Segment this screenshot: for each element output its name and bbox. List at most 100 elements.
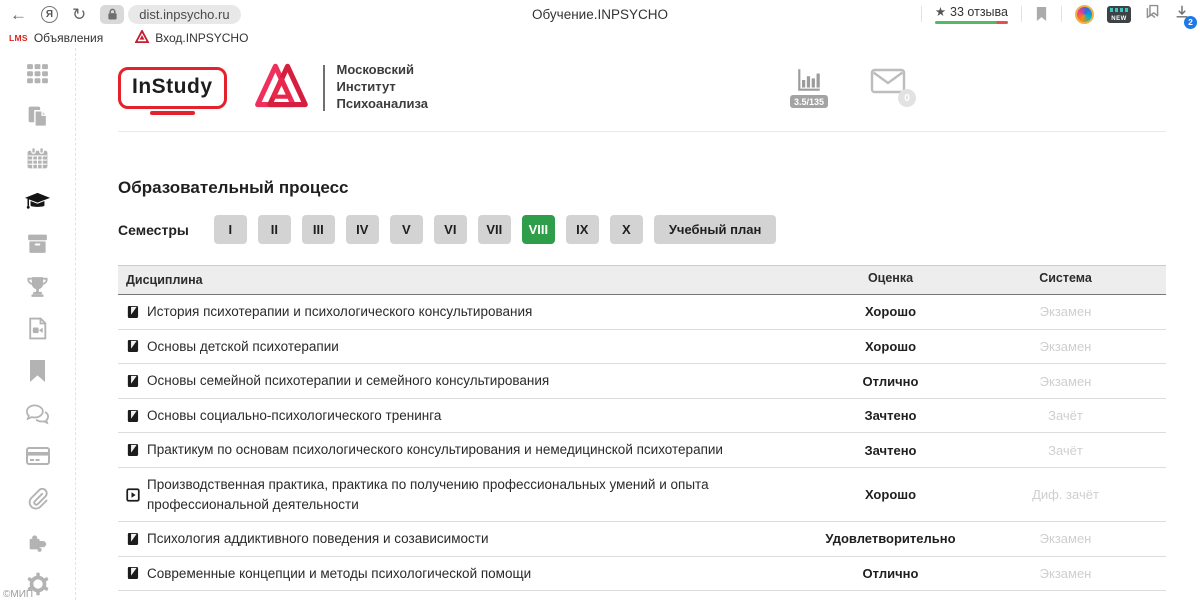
bookmark-lms-announcements[interactable]: LMS Объявления [9, 31, 103, 45]
apps-grid-icon[interactable] [24, 60, 51, 87]
semesters-label: Семестры [118, 222, 189, 238]
graduation-cap-icon[interactable] [24, 188, 51, 215]
new-extension-icon[interactable]: NEW [1107, 6, 1131, 23]
book-icon [126, 374, 140, 388]
mip-triangle-logo [253, 60, 309, 115]
book-icon [126, 409, 140, 423]
semester-button-II[interactable]: II [258, 215, 291, 244]
grade-value: Хорошо [808, 487, 973, 502]
system-value: Экзамен [973, 304, 1158, 319]
book-icon [126, 305, 140, 319]
semester-button-IV[interactable]: IV [346, 215, 379, 244]
bookmark-flag-icon[interactable] [1035, 6, 1048, 22]
table-row[interactable]: Основы социально-психологического тренин… [118, 399, 1166, 434]
lock-icon [100, 5, 124, 24]
book-icon [126, 443, 140, 457]
address-bar[interactable]: dist.inpsycho.ru [100, 5, 240, 24]
extension-profile-icon[interactable] [1075, 5, 1094, 24]
yandex-browser-icon[interactable]: Я [41, 6, 58, 23]
semester-button-III[interactable]: III [302, 215, 335, 244]
book-icon [126, 566, 140, 580]
stats-button[interactable]: 3.5/135 [790, 67, 828, 108]
semester-button-I[interactable]: I [214, 215, 247, 244]
grades-table: Дисциплина Оценка Система История психот… [118, 265, 1166, 591]
grade-value: Зачтено [808, 408, 973, 423]
calendar-icon[interactable] [24, 145, 51, 172]
semester-button-VI[interactable]: VI [434, 215, 467, 244]
downloads-icon[interactable]: 2 [1174, 4, 1190, 25]
system-value: Экзамен [973, 339, 1158, 354]
refresh-icon[interactable]: ↻ [72, 6, 86, 23]
reviews-button[interactable]: ★33 отзыва [935, 4, 1008, 24]
chat-icon[interactable] [24, 400, 51, 427]
credit-card-icon[interactable] [24, 443, 51, 470]
curriculum-button[interactable]: Учебный план [654, 215, 776, 244]
semester-button-VIII[interactable]: VIII [522, 215, 555, 244]
stats-badge: 3.5/135 [790, 95, 828, 108]
column-grade: Оценка [808, 271, 973, 289]
bookmark-inpsycho-login[interactable]: Вход.INPSYCHO [135, 30, 248, 46]
semester-button-IX[interactable]: IX [566, 215, 599, 244]
system-value: Экзамен [973, 566, 1158, 581]
mip-copyright: ©МИП [3, 589, 33, 600]
book-icon [126, 339, 140, 353]
discipline-name: Основы социально-психологического тренин… [147, 406, 441, 426]
archive-box-icon[interactable] [24, 230, 51, 257]
grade-value: Отлично [808, 374, 973, 389]
lms-favicon: LMS [9, 33, 28, 43]
system-value: Зачёт [973, 443, 1158, 458]
table-row[interactable]: Психология аддиктивного поведения и соза… [118, 522, 1166, 557]
semester-button-X[interactable]: X [610, 215, 643, 244]
documents-icon[interactable] [24, 103, 51, 130]
table-row[interactable]: История психотерапии и психологического … [118, 295, 1166, 330]
puzzle-icon[interactable] [24, 528, 51, 555]
table-row[interactable]: Основы семейной психотерапии и семейного… [118, 364, 1166, 399]
page-title: Образовательный процесс [118, 178, 1166, 198]
grade-value: Хорошо [808, 339, 973, 354]
semester-buttons: IIIIIIIVVVIVIIVIIIIXX [214, 215, 643, 244]
bookmarks-bar: LMS Объявления Вход.INPSYCHO [0, 28, 1200, 48]
semester-button-VII[interactable]: VII [478, 215, 511, 244]
book-icon [126, 532, 140, 546]
page-header: InStudy Московский Институт Психоанализа… [118, 48, 1166, 132]
instudy-logo[interactable]: InStudy [118, 67, 227, 109]
trophy-icon[interactable] [24, 273, 51, 300]
semester-button-V[interactable]: V [390, 215, 423, 244]
column-discipline: Дисциплина [126, 271, 808, 289]
bookmark-icon[interactable] [24, 358, 51, 385]
divider [921, 6, 922, 22]
divider [1061, 6, 1062, 22]
discipline-name: Производственная практика, практика по п… [147, 475, 778, 514]
table-row[interactable]: Производственная практика, практика по п… [118, 468, 1166, 522]
table-row[interactable]: Практикум по основам психологического ко… [118, 433, 1166, 468]
collections-icon[interactable] [1144, 3, 1161, 25]
system-value: Экзамен [973, 531, 1158, 546]
mip-favicon [135, 30, 149, 46]
table-header: Дисциплина Оценка Система [118, 265, 1166, 295]
mail-button[interactable]: 0 [870, 67, 906, 100]
grade-value: Отлично [808, 566, 973, 581]
discipline-name: Практикум по основам психологического ко… [147, 440, 723, 460]
downloads-badge: 2 [1184, 16, 1197, 29]
play-icon [126, 488, 140, 502]
institute-name: Московский Институт Психоанализа [337, 62, 429, 113]
logo-divider [323, 65, 325, 111]
divider [1021, 6, 1022, 22]
sidebar: ©МИП [0, 48, 76, 600]
back-icon[interactable]: ← [10, 6, 27, 23]
grade-value: Удовлетворительно [808, 531, 973, 546]
table-row[interactable]: Современные концепции и методы психологи… [118, 557, 1166, 592]
discipline-name: Психология аддиктивного поведения и соза… [147, 529, 488, 549]
discipline-name: Основы детской психотерапии [147, 337, 339, 357]
column-system: Система [973, 271, 1158, 289]
paperclip-icon[interactable] [24, 485, 51, 512]
url-text[interactable]: dist.inpsycho.ru [128, 5, 240, 24]
video-file-icon[interactable] [24, 315, 51, 342]
table-row[interactable]: Основы детской психотерапии ХорошоЭкзамен [118, 330, 1166, 365]
discipline-name: История психотерапии и психологического … [147, 302, 532, 322]
system-value: Зачёт [973, 408, 1158, 423]
discipline-name: Современные концепции и методы психологи… [147, 564, 531, 584]
discipline-name: Основы семейной психотерапии и семейного… [147, 371, 549, 391]
grade-value: Зачтено [808, 443, 973, 458]
rating-bar [935, 21, 1008, 24]
